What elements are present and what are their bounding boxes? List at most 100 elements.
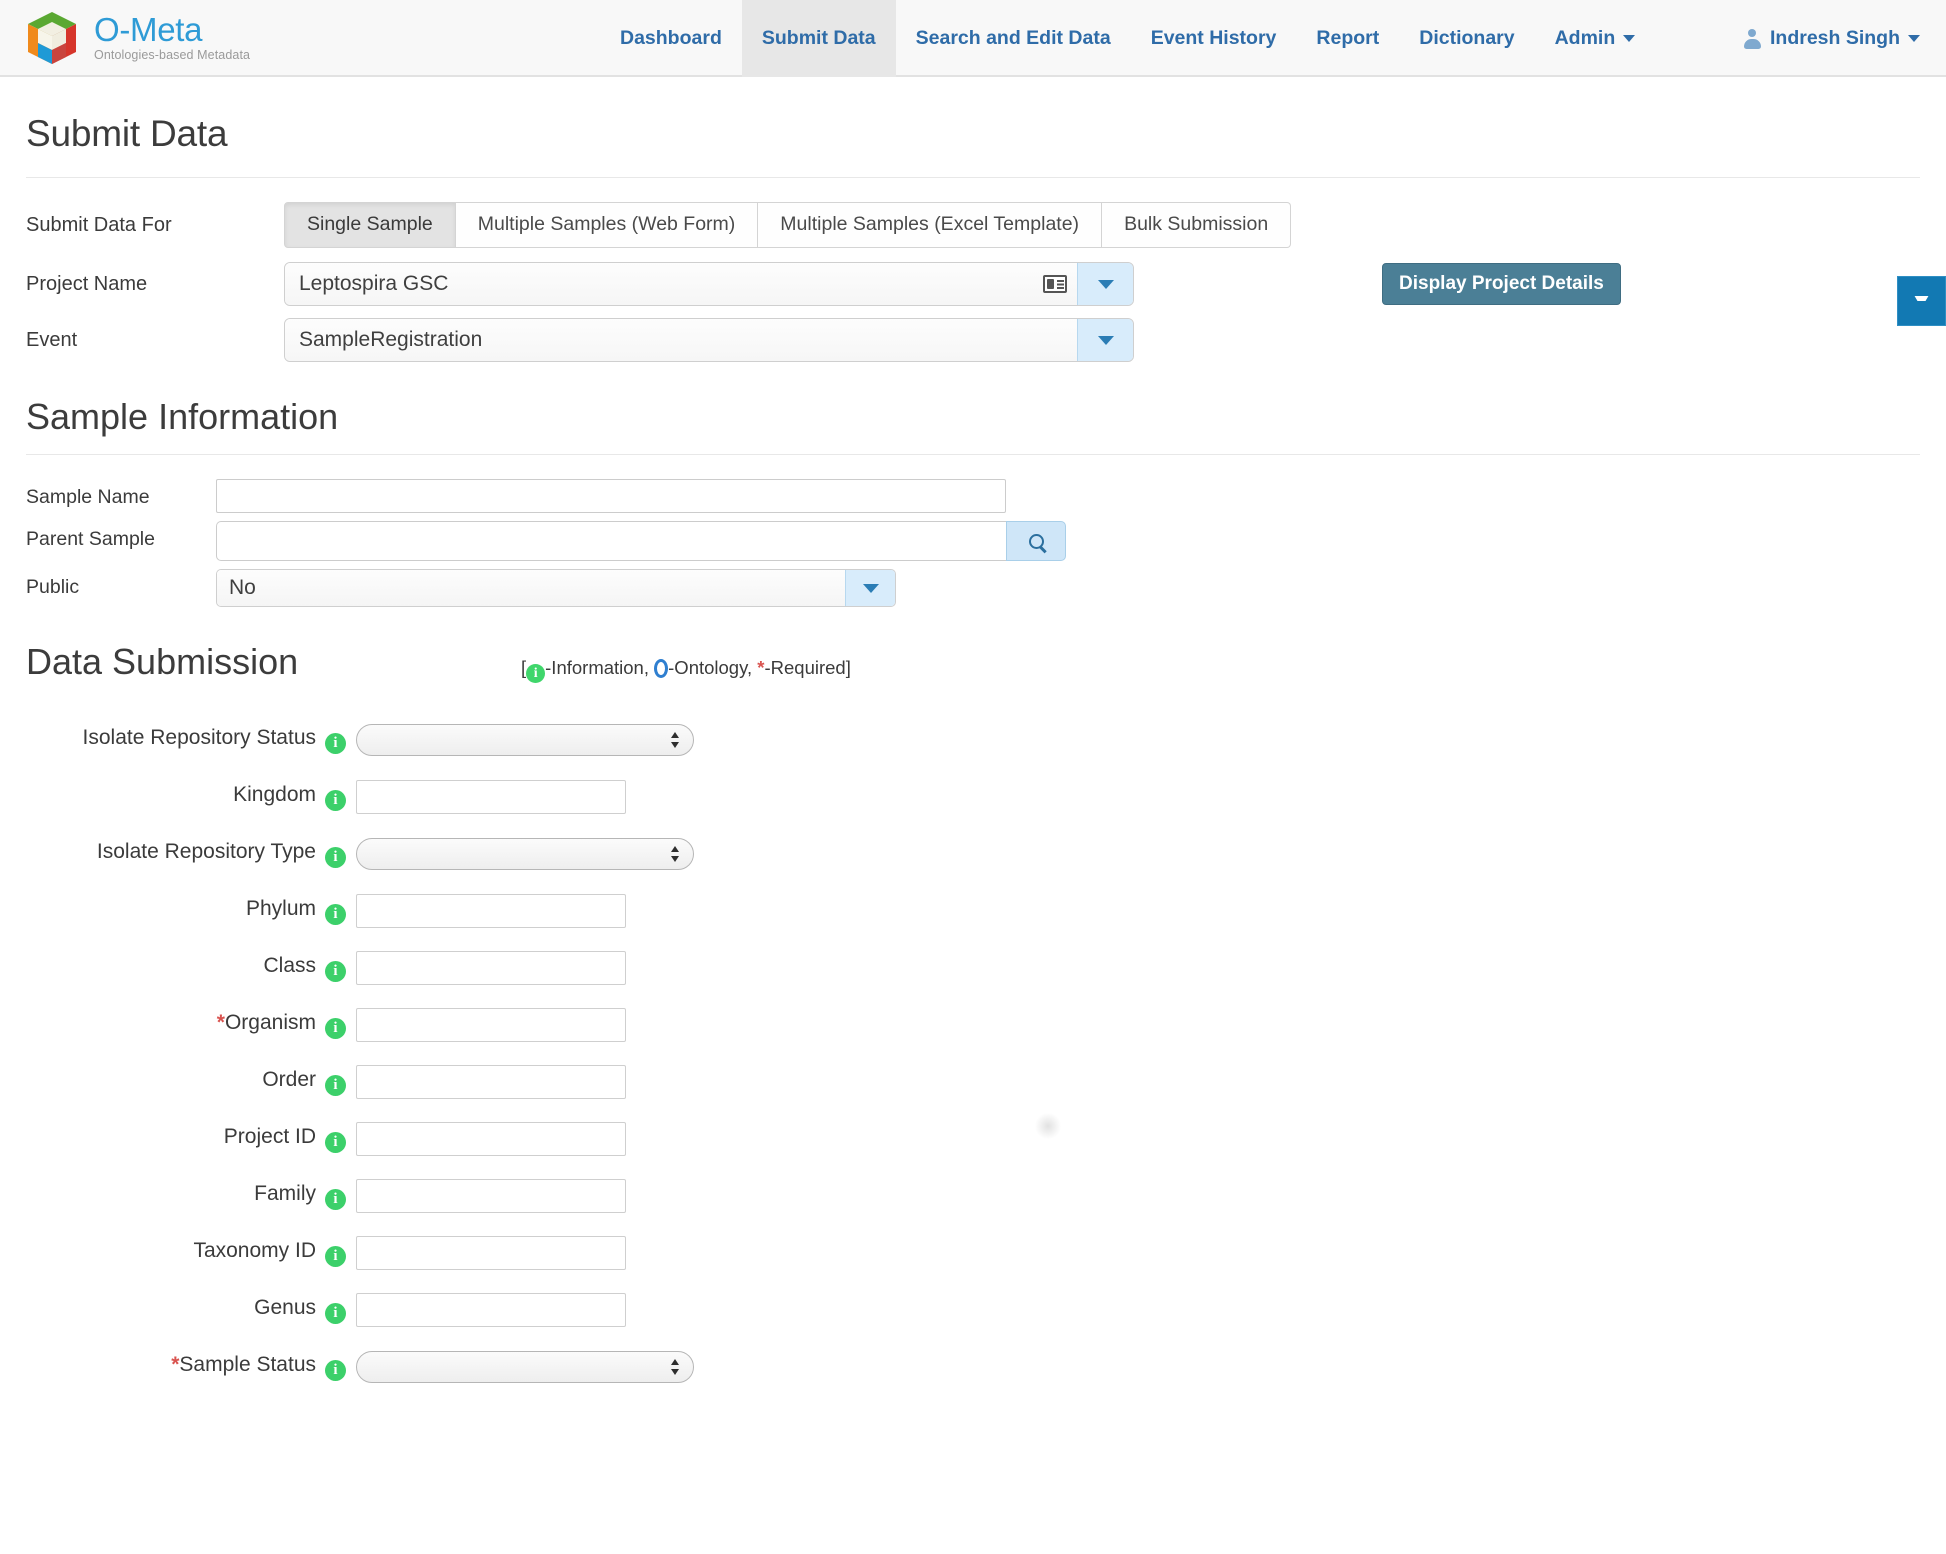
info-icon[interactable]: i — [325, 789, 346, 811]
field-label: Phylum i — [26, 897, 356, 925]
required-asterisk: * — [216, 1010, 225, 1034]
legend-required-text: -Required] — [764, 657, 851, 678]
user-menu[interactable]: Indresh Singh — [1730, 0, 1934, 77]
user-icon — [1743, 29, 1761, 49]
tab-multiple-samples-web-form[interactable]: Multiple Samples (Web Form) — [455, 202, 759, 248]
field-row-phylum: Phylum i — [26, 882, 1920, 939]
collapse-panel-button[interactable] — [1897, 276, 1946, 326]
nav-label: Report — [1316, 27, 1380, 49]
user-name-label: Indresh Singh — [1769, 27, 1900, 49]
info-icon[interactable]: i — [325, 1131, 346, 1153]
public-label: Public — [26, 576, 80, 598]
tab-bulk-submission[interactable]: Bulk Submission — [1102, 202, 1292, 248]
chevron-down-icon — [1623, 35, 1636, 42]
public-combobox[interactable]: No — [216, 569, 896, 607]
nav-label: Search and Edit Data — [915, 27, 1111, 49]
o-meta-cube-logo-icon — [24, 10, 80, 66]
isolate-repository-type-select[interactable] — [356, 837, 694, 870]
submit-type-tabs: Single Sample Multiple Samples (Web Form… — [284, 202, 1292, 248]
project-id-input[interactable] — [356, 1121, 626, 1156]
field-label: Taxonomy ID i — [26, 1239, 356, 1267]
nav-item-search-and-edit-data[interactable]: Search and Edit Data — [896, 0, 1131, 77]
sample-information-divider — [26, 454, 1920, 455]
info-icon[interactable]: i — [325, 1017, 346, 1039]
caret-down-icon — [1097, 335, 1114, 345]
nav-item-submit-data[interactable]: Submit Data — [741, 0, 896, 77]
public-value[interactable]: No — [217, 570, 845, 606]
event-row: Event SampleRegistration — [26, 318, 1920, 362]
nav-item-event-history[interactable]: Event History — [1131, 0, 1297, 77]
ontology-icon — [654, 659, 669, 678]
info-icon[interactable]: i — [325, 732, 346, 754]
isolate-repository-status-select[interactable] — [356, 723, 694, 756]
field-label: Class i — [26, 954, 356, 982]
project-name-dropdown-button[interactable] — [1077, 263, 1133, 305]
event-dropdown-button[interactable] — [1077, 319, 1133, 361]
project-name-input[interactable]: Leptospira GSC — [285, 263, 1077, 305]
kingdom-input[interactable] — [356, 779, 626, 814]
legend-info-text: -Information, — [545, 657, 649, 678]
spinner-arrows-icon — [671, 845, 680, 863]
parent-sample-input[interactable] — [216, 521, 1006, 561]
field-row-organism: *Organism i — [26, 996, 1920, 1053]
brand-subtitle: Ontologies-based Metadata — [94, 48, 251, 63]
brand-logo-link[interactable]: O-Meta Ontologies-based Metadata — [0, 10, 250, 66]
order-input[interactable] — [356, 1064, 626, 1099]
nav-label: Admin — [1554, 27, 1616, 49]
class-input[interactable] — [356, 950, 626, 985]
organism-input[interactable] — [356, 1007, 626, 1042]
info-icon[interactable]: i — [325, 1188, 346, 1210]
tab-multiple-samples-excel-template[interactable]: Multiple Samples (Excel Template) — [758, 202, 1103, 248]
event-input[interactable]: SampleRegistration — [285, 319, 1077, 361]
info-icon[interactable]: i — [325, 1074, 346, 1096]
field-row-kingdom: Kingdom i — [26, 768, 1920, 825]
page-title: Submit Data — [26, 113, 228, 154]
field-label: Project ID i — [26, 1125, 356, 1153]
contact-card-icon[interactable] — [1043, 275, 1067, 293]
submit-data-for-label: Submit Data For — [26, 213, 172, 236]
taxonomy-id-input[interactable] — [356, 1235, 626, 1270]
nav-item-dashboard[interactable]: Dashboard — [600, 0, 742, 77]
parent-sample-search-button[interactable] — [1006, 521, 1066, 561]
sample-name-label: Sample Name — [26, 486, 150, 508]
info-icon[interactable]: i — [325, 1245, 346, 1267]
data-submission-title: Data Submission — [26, 641, 299, 682]
field-row-isolate-repository-type: Isolate Repository Type i — [26, 825, 1920, 882]
event-combobox[interactable]: SampleRegistration — [284, 318, 1134, 362]
nav-label: Dictionary — [1419, 27, 1515, 49]
event-value: SampleRegistration — [299, 328, 483, 351]
public-dropdown-button[interactable] — [845, 570, 895, 606]
nav-item-admin[interactable]: Admin — [1535, 0, 1656, 77]
spinner-arrows-icon — [671, 731, 680, 749]
sample-name-input[interactable] — [216, 479, 1006, 513]
genus-input[interactable] — [356, 1292, 626, 1327]
field-label: *Organism i — [26, 1011, 356, 1039]
nav-item-report[interactable]: Report — [1296, 0, 1399, 77]
parent-sample-label: Parent Sample — [26, 528, 155, 550]
field-label: *Sample Status i — [26, 1353, 356, 1381]
caret-down-icon — [1097, 279, 1114, 289]
sample-information-title: Sample Information — [26, 396, 339, 437]
info-icon[interactable]: i — [325, 1302, 346, 1324]
sample-name-row: Sample Name — [26, 479, 1920, 513]
sample-status-select[interactable] — [356, 1350, 694, 1383]
tab-single-sample[interactable]: Single Sample — [284, 202, 456, 248]
phylum-input[interactable] — [356, 893, 626, 928]
field-row-class: Class i — [26, 939, 1920, 996]
caret-down-icon — [862, 583, 879, 593]
parent-sample-row: Parent Sample — [26, 521, 1920, 561]
field-row-genus: Genus i — [26, 1281, 1920, 1338]
nav-item-dictionary[interactable]: Dictionary — [1399, 0, 1534, 77]
legend-ontology-text: -Ontology, — [668, 657, 753, 678]
info-icon[interactable]: i — [325, 1359, 346, 1381]
info-icon[interactable]: i — [325, 960, 346, 982]
info-icon[interactable]: i — [325, 903, 346, 925]
title-divider — [26, 177, 1920, 178]
family-input[interactable] — [356, 1178, 626, 1213]
nav-label: Event History — [1150, 27, 1277, 49]
field-row-taxonomy-id: Taxonomy ID i — [26, 1224, 1920, 1281]
info-icon[interactable]: i — [325, 846, 346, 868]
display-project-details-button[interactable]: Display Project Details — [1382, 263, 1621, 305]
project-name-combobox[interactable]: Leptospira GSC — [284, 262, 1134, 306]
event-label: Event — [26, 328, 78, 351]
